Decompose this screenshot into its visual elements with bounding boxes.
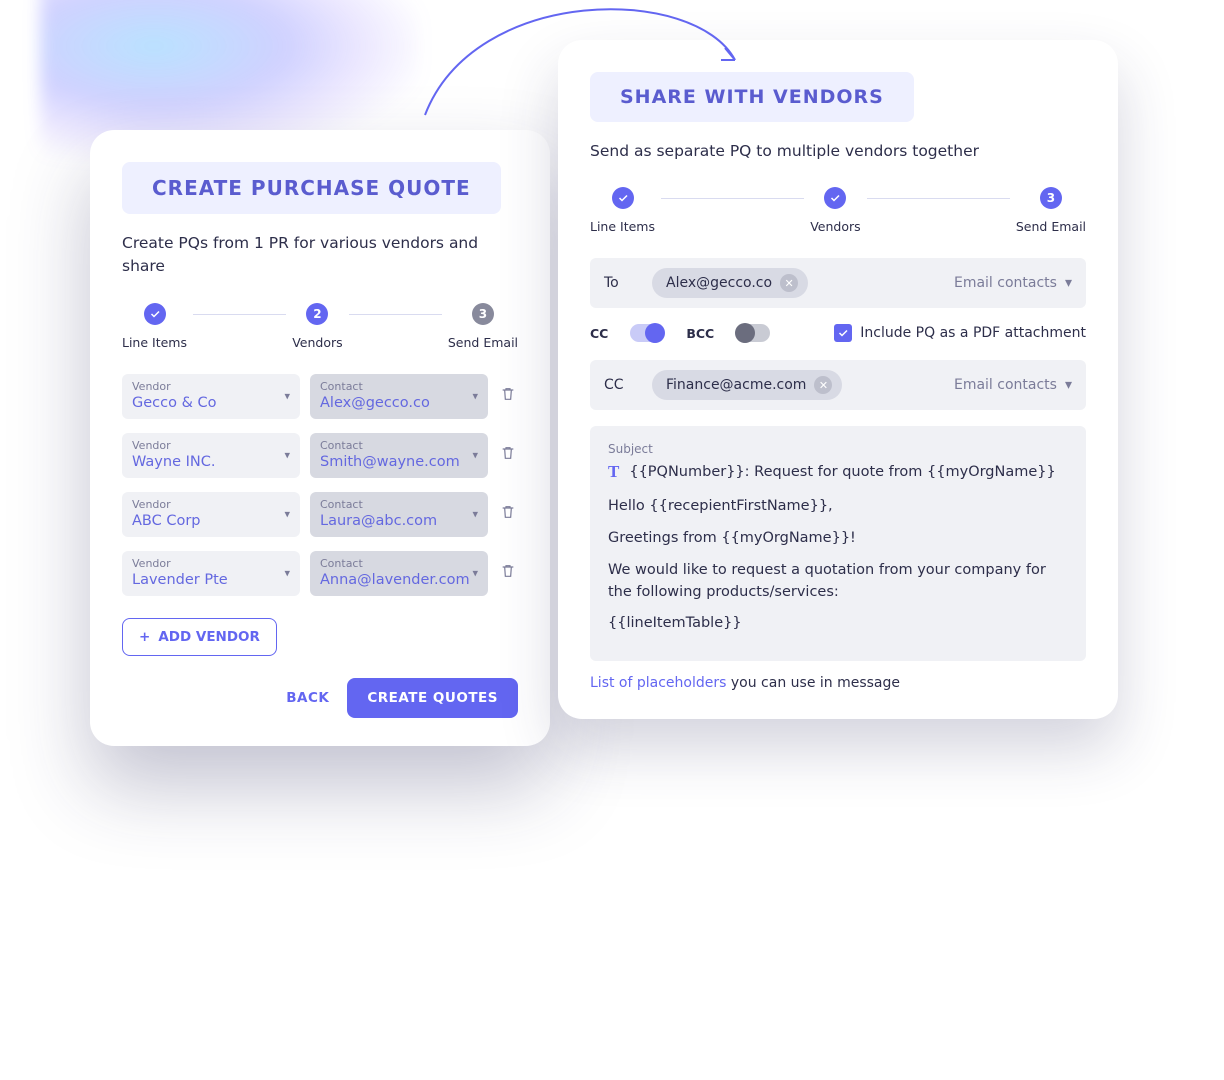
add-vendor-button[interactable]: + ADD VENDOR <box>122 618 277 656</box>
trash-icon <box>500 444 516 462</box>
vendor-row: Vendor Lavender Pte ▾ Contact Anna@laven… <box>122 551 518 596</box>
add-vendor-label: ADD VENDOR <box>158 629 260 645</box>
step-number: 2 <box>306 303 328 325</box>
step-vendors: 2 Vendors <box>292 303 342 350</box>
include-pdf-checkbox[interactable]: Include PQ as a PDF attachment <box>834 324 1086 342</box>
chevron-down-icon: ▾ <box>284 390 290 403</box>
subject-text: {{PQNumber}}: Request for quote from {{m… <box>629 464 1055 480</box>
check-icon <box>144 303 166 325</box>
delete-row-button[interactable] <box>498 444 518 466</box>
to-field[interactable]: To Alex@gecco.co ✕ Email contacts ▾ <box>590 258 1086 308</box>
to-label: To <box>604 275 638 291</box>
left-title: CREATE PURCHASE QUOTE <box>122 162 501 214</box>
cc-field[interactable]: CC Finance@acme.com ✕ Email contacts ▾ <box>590 360 1086 410</box>
email-contacts-select[interactable]: Email contacts ▾ <box>954 377 1072 393</box>
chevron-down-icon: ▾ <box>472 390 478 403</box>
delete-row-button[interactable] <box>498 562 518 584</box>
subject-label: Subject <box>608 442 1068 456</box>
text-format-icon[interactable]: T <box>608 462 619 482</box>
back-button[interactable]: BACK <box>286 690 329 706</box>
chevron-down-icon: ▾ <box>472 508 478 521</box>
left-subtitle: Create PQs from 1 PR for various vendors… <box>122 232 518 279</box>
flow-arrow-icon <box>415 0 755 130</box>
left-stepper: Line Items 2 Vendors 3 Send Email <box>122 303 518 350</box>
step-send-email: 3 Send Email <box>448 303 518 350</box>
remove-chip-icon[interactable]: ✕ <box>780 274 798 292</box>
vendor-row: Vendor Gecco & Co ▾ Contact Alex@gecco.c… <box>122 374 518 419</box>
chevron-down-icon: ▾ <box>284 567 290 580</box>
placeholder-link[interactable]: List of placeholders <box>590 675 726 691</box>
chip-text: Finance@acme.com <box>666 377 806 393</box>
cc-toggle-label: CC <box>590 326 608 341</box>
step-line-items: Line Items <box>122 303 187 350</box>
email-contacts-select[interactable]: Email contacts ▾ <box>954 275 1072 291</box>
contact-select[interactable]: Contact Anna@lavender.com ▾ <box>310 551 488 596</box>
pdf-label: Include PQ as a PDF attachment <box>860 325 1086 341</box>
share-vendors-card: SHARE WITH VENDORS Send as separate PQ t… <box>558 40 1118 719</box>
email-editor[interactable]: Subject T {{PQNumber}}: Request for quot… <box>590 426 1086 661</box>
remove-chip-icon[interactable]: ✕ <box>814 376 832 394</box>
recipient-chip: Alex@gecco.co ✕ <box>652 268 808 298</box>
contact-select[interactable]: Contact Laura@abc.com ▾ <box>310 492 488 537</box>
vendor-row: Vendor ABC Corp ▾ Contact Laura@abc.com … <box>122 492 518 537</box>
step-send-email: 3 Send Email <box>1016 187 1086 234</box>
trash-icon <box>500 562 516 580</box>
vendor-select[interactable]: Vendor ABC Corp ▾ <box>122 492 300 537</box>
delete-row-button[interactable] <box>498 385 518 407</box>
email-body-line: {{lineItemTable}} <box>608 613 1068 635</box>
plus-icon: + <box>139 629 150 645</box>
chip-text: Alex@gecco.co <box>666 275 772 291</box>
chevron-down-icon: ▾ <box>1065 377 1072 393</box>
vendor-select[interactable]: Vendor Wayne INC. ▾ <box>122 433 300 478</box>
bcc-toggle[interactable] <box>736 324 770 342</box>
email-body-line: We would like to request a quotation fro… <box>608 560 1068 604</box>
email-body-line: Hello {{recepientFirstName}}, <box>608 496 1068 518</box>
create-quotes-button[interactable]: CREATE QUOTES <box>347 678 518 718</box>
step-line-items: Line Items <box>590 187 655 234</box>
cc-toggle[interactable] <box>630 324 664 342</box>
bcc-toggle-label: BCC <box>686 326 714 341</box>
right-subtitle: Send as separate PQ to multiple vendors … <box>590 140 1086 163</box>
cc-chip: Finance@acme.com ✕ <box>652 370 842 400</box>
check-icon <box>824 187 846 209</box>
chevron-down-icon: ▾ <box>472 567 478 580</box>
chevron-down-icon: ▾ <box>284 449 290 462</box>
placeholder-hint: List of placeholders you can use in mess… <box>590 675 1086 691</box>
step-number: 3 <box>1040 187 1062 209</box>
contact-select[interactable]: Contact Alex@gecco.co ▾ <box>310 374 488 419</box>
contact-select[interactable]: Contact Smith@wayne.com ▾ <box>310 433 488 478</box>
right-stepper: Line Items Vendors 3 Send Email <box>590 187 1086 234</box>
vendor-select[interactable]: Vendor Lavender Pte ▾ <box>122 551 300 596</box>
vendor-row: Vendor Wayne INC. ▾ Contact Smith@wayne.… <box>122 433 518 478</box>
chevron-down-icon: ▾ <box>284 508 290 521</box>
cc-row-label: CC <box>604 377 638 393</box>
trash-icon <box>500 503 516 521</box>
delete-row-button[interactable] <box>498 503 518 525</box>
step-vendors: Vendors <box>810 187 860 234</box>
check-icon <box>834 324 852 342</box>
chevron-down-icon: ▾ <box>472 449 478 462</box>
create-pq-card: CREATE PURCHASE QUOTE Create PQs from 1 … <box>90 130 550 746</box>
chevron-down-icon: ▾ <box>1065 275 1072 291</box>
vendor-select[interactable]: Vendor Gecco & Co ▾ <box>122 374 300 419</box>
check-icon <box>612 187 634 209</box>
trash-icon <box>500 385 516 403</box>
email-body-line: Greetings from {{myOrgName}}! <box>608 528 1068 550</box>
step-number: 3 <box>472 303 494 325</box>
